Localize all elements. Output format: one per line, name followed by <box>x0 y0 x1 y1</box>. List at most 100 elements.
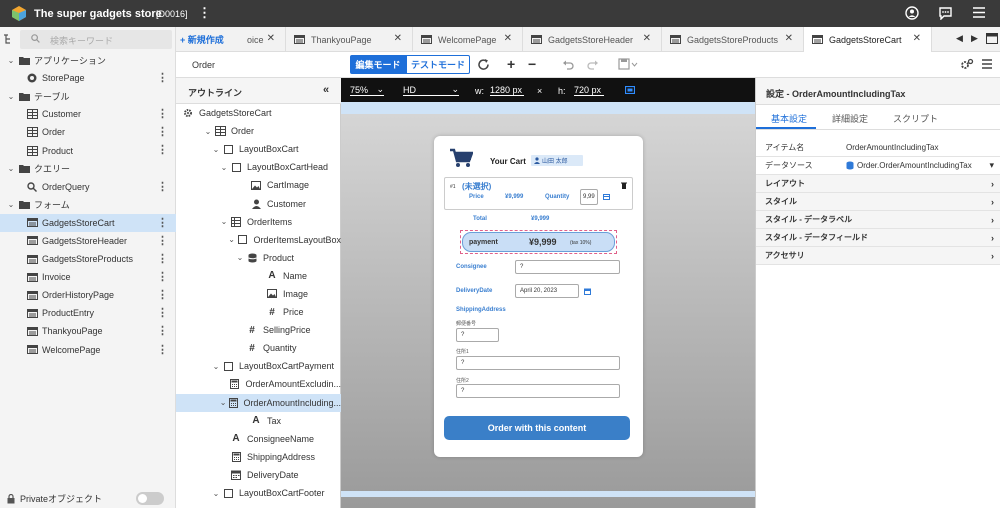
sidebar-item-item[interactable]: ⌄ フォーム <box>0 196 176 214</box>
address2-input[interactable]: ? <box>456 384 620 398</box>
property-row-1[interactable]: データソース Order.OrderAmountIncludingTax ▾ <box>756 157 1000 175</box>
section-3[interactable]: スタイル - データフィールド › <box>756 229 1000 247</box>
payment-field[interactable]: payment ¥9,999 (tax 10%) <box>462 232 615 252</box>
tree-view-icon[interactable] <box>3 34 14 45</box>
chevron-down-icon[interactable]: ⌄ <box>210 362 222 371</box>
chevron-down-icon[interactable]: ⌄ <box>226 235 237 244</box>
chevron-down-icon[interactable]: ⌄ <box>234 253 246 262</box>
chevron-down-icon[interactable]: ⌄ <box>210 145 222 154</box>
settings-icon[interactable] <box>960 58 974 71</box>
account-icon[interactable] <box>905 6 919 20</box>
height-input[interactable]: 720 px <box>574 85 604 96</box>
item-menu-icon[interactable]: ⋮ <box>157 235 168 247</box>
sidebar-item-gadgetsstorecart[interactable]: GadgetsStoreCart ⋮ <box>0 213 176 232</box>
trash-icon[interactable] <box>621 182 627 189</box>
item-menu-icon[interactable]: ⋮ <box>157 108 168 120</box>
new-create-button[interactable]: + 新規作成 <box>180 27 224 52</box>
outline-item-name[interactable]: A Name <box>176 267 341 285</box>
private-toggle[interactable] <box>136 492 164 505</box>
sidebar-item-gadgetsstoreheader[interactable]: GadgetsStoreHeader ⋮ <box>0 232 176 250</box>
outline-item-price[interactable]: # Price <box>176 303 341 321</box>
tab-gadgetsstoreproducts[interactable]: GadgetsStoreProducts ✕ <box>662 27 804 52</box>
sidebar-item-productentry[interactable]: ProductEntry ⋮ <box>0 304 176 322</box>
chevron-down-icon[interactable]: ⌄ <box>4 164 18 173</box>
sidebar-item-welcomepage[interactable]: WelcomePage ⋮ <box>0 341 176 359</box>
device-frame-icon[interactable] <box>625 86 635 94</box>
item-menu-icon[interactable]: ⋮ <box>157 289 168 301</box>
close-icon[interactable]: ✕ <box>504 33 512 44</box>
outline-item-tax[interactable]: A Tax <box>176 412 341 430</box>
tab-gadgetsstoreheader[interactable]: GadgetsStoreHeader ✕ <box>523 27 662 52</box>
chevron-down-icon[interactable]: ⌄ <box>218 217 230 226</box>
tab-scroll-right-icon[interactable]: ▶ <box>971 33 978 44</box>
close-icon[interactable]: ✕ <box>267 33 275 44</box>
chevron-right-icon[interactable]: › <box>991 251 994 261</box>
section-0[interactable]: レイアウト › <box>756 175 1000 193</box>
section-1[interactable]: スタイル › <box>756 193 1000 211</box>
delivery-date-input[interactable]: April 20, 2023 <box>515 284 579 298</box>
outline-item-cartimage[interactable]: CartImage <box>176 176 341 194</box>
chevron-down-icon[interactable]: ⌄ <box>4 56 18 65</box>
close-icon[interactable]: ✕ <box>643 33 651 44</box>
item-menu-icon[interactable]: ⋮ <box>157 217 168 229</box>
add-icon[interactable]: + <box>507 57 515 71</box>
item-menu-icon[interactable]: ⋮ <box>157 307 168 319</box>
chevron-right-icon[interactable]: › <box>991 197 994 207</box>
close-icon[interactable]: ✕ <box>913 33 921 44</box>
redo-icon[interactable] <box>586 58 599 71</box>
item-menu-icon[interactable]: ⋮ <box>157 271 168 283</box>
hamburger-menu-icon[interactable] <box>972 6 986 19</box>
tab-script[interactable]: スクリプト <box>893 112 938 125</box>
close-icon[interactable]: ✕ <box>394 33 402 44</box>
outline-item-layoutboxcartpayment[interactable]: ⌄ LayoutBoxCartPayment <box>176 357 341 375</box>
outline-item-orderamountincluding[interactable]: ⌄ OrderAmountIncluding... <box>176 393 341 412</box>
tab-oice[interactable]: oice ✕ <box>239 27 286 52</box>
chevron-right-icon[interactable]: › <box>991 233 994 243</box>
tab-welcomepage[interactable]: WelcomePage ✕ <box>413 27 523 52</box>
chevron-down-icon[interactable]: ▾ <box>989 160 994 171</box>
outline-item-orderitemslayoutbox[interactable]: ⌄ OrderItemsLayoutBox <box>176 231 341 249</box>
item-menu-icon[interactable]: ⋮ <box>157 72 168 84</box>
list-menu-icon[interactable] <box>981 58 993 70</box>
sidebar-item-item[interactable]: ⌄ アプリケーション <box>0 51 176 69</box>
tab-advanced-settings[interactable]: 詳細設定 <box>832 112 868 125</box>
tab-gadgetsstorecart[interactable]: GadgetsStoreCart ✕ <box>804 27 932 52</box>
sidebar-item-item[interactable]: ⌄ テーブル <box>0 87 176 105</box>
item-menu-icon[interactable]: ⋮ <box>157 253 168 265</box>
tab-thankyoupage[interactable]: ThankyouPage ✕ <box>286 27 413 52</box>
width-input[interactable]: 1280 px <box>490 85 524 96</box>
item-menu-icon[interactable]: ⋮ <box>157 181 168 193</box>
sidebar-item-orderquery[interactable]: OrderQuery ⋮ <box>0 178 176 196</box>
chevron-right-icon[interactable]: › <box>991 215 994 225</box>
tab-scroll-left-icon[interactable]: ◀ <box>956 33 963 44</box>
outline-item-customer[interactable]: Customer <box>176 194 341 212</box>
sidebar-item-item[interactable]: ⌄ クエリー <box>0 160 176 178</box>
resolution-select[interactable]: HD ⌄ <box>403 84 459 96</box>
chevron-down-icon[interactable]: ⌄ <box>4 92 18 101</box>
section-2[interactable]: スタイル - データラベル › <box>756 211 1000 229</box>
chevron-down-icon[interactable]: ⌄ <box>218 398 228 407</box>
sidebar-item-thankyoupage[interactable]: ThankyouPage ⋮ <box>0 322 176 340</box>
calculator-icon[interactable] <box>603 194 610 200</box>
chevron-down-icon[interactable]: ⌄ <box>218 163 230 172</box>
outline-item-orderamountexcludin[interactable]: OrderAmountExcludin... <box>176 375 341 393</box>
collapse-panel-icon[interactable]: « <box>323 85 329 96</box>
chevron-down-icon[interactable]: ⌄ <box>210 489 222 498</box>
search-input[interactable]: 検索キーワード <box>20 30 172 49</box>
outline-item-shippingaddress[interactable]: ShippingAddress <box>176 448 341 466</box>
order-button[interactable]: Order with this content <box>444 416 630 440</box>
close-icon[interactable]: ✕ <box>785 33 793 44</box>
sidebar-item-orderhistorypage[interactable]: OrderHistoryPage ⋮ <box>0 286 176 304</box>
address1-input[interactable]: ? <box>456 356 620 370</box>
outline-item-product[interactable]: ⌄ Product <box>176 249 341 267</box>
outline-item-sellingprice[interactable]: # SellingPrice <box>176 321 341 339</box>
sidebar-item-order[interactable]: Order ⋮ <box>0 123 176 141</box>
test-mode-button[interactable]: テストモード <box>406 55 470 74</box>
app-menu-icon[interactable]: ⋮ <box>198 5 211 21</box>
outline-item-orderitems[interactable]: ⌄ OrderItems <box>176 213 341 231</box>
panel-layout-icon[interactable] <box>986 33 998 44</box>
item-menu-icon[interactable]: ⋮ <box>157 126 168 138</box>
sidebar-item-storepage[interactable]: StorePage ⋮ <box>0 69 176 87</box>
zoom-select[interactable]: 75% ⌄ <box>350 84 384 96</box>
cart-form-preview[interactable]: Your Cart 山田 太郎 #1 (未選択) Price ¥9,999 Qu… <box>434 136 643 457</box>
